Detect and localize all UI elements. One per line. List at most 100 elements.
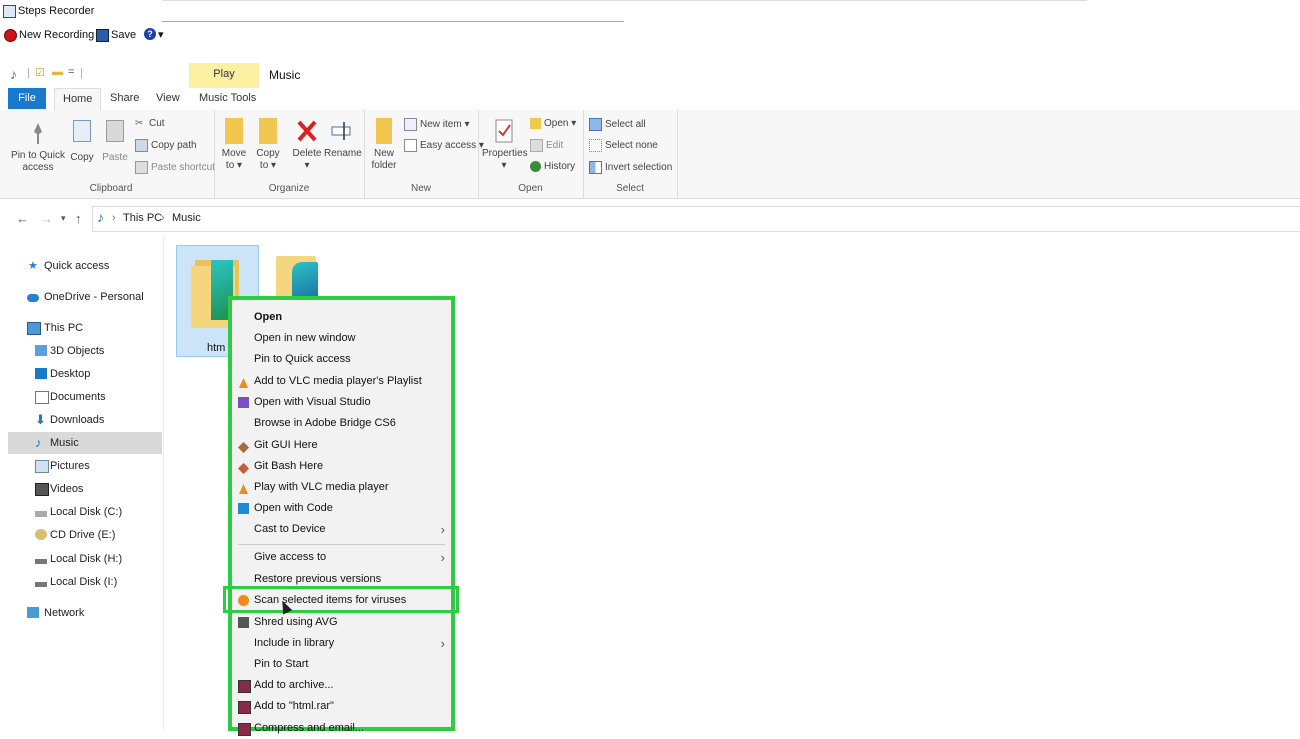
- cut-button[interactable]: ✂ Cut: [135, 118, 165, 129]
- menu-item-label: Add to "html.rar": [254, 700, 334, 712]
- tab-file[interactable]: File: [8, 88, 46, 109]
- sidebar-item-videos[interactable]: Videos: [8, 478, 162, 500]
- menu-item-play-vlc[interactable]: Play with VLC media player: [232, 477, 451, 498]
- organize-group: Move to ▾ Copy to ▾ Delete ▾ Rename Orga…: [214, 110, 365, 198]
- menu-item-label: Open with Code: [254, 502, 333, 514]
- new-folder-qa-icon[interactable]: ▬: [52, 66, 63, 78]
- history-button[interactable]: History: [530, 161, 575, 172]
- menu-item-git-gui[interactable]: Git GUI Here: [232, 435, 451, 456]
- new-item-button[interactable]: New item ▾: [404, 118, 469, 131]
- paste-shortcut-button[interactable]: Paste shortcut: [135, 161, 215, 174]
- git-icon: [238, 461, 249, 474]
- menu-item-open[interactable]: Open: [232, 307, 451, 328]
- menu-item-shred-avg[interactable]: Shred using AVG: [232, 612, 451, 633]
- menu-item-give-access[interactable]: Give access to ›: [232, 547, 451, 568]
- select-none-button[interactable]: Select none: [589, 139, 658, 152]
- edit-button[interactable]: Edit: [530, 139, 563, 152]
- move-to-button[interactable]: Move to ▾: [220, 118, 248, 172]
- sidebar-item-documents[interactable]: Documents: [8, 386, 162, 408]
- save-icon[interactable]: [96, 29, 109, 42]
- save-button[interactable]: Save: [111, 29, 136, 41]
- shredder-icon: [238, 617, 249, 628]
- sidebar-item-label: 3D Objects: [50, 345, 105, 357]
- breadcrumb-music[interactable]: Music: [172, 212, 201, 224]
- rename-button[interactable]: Rename: [324, 118, 362, 160]
- address-bar[interactable]: ♪ › This PC › Music: [92, 206, 1300, 232]
- back-arrow-icon[interactable]: ←: [16, 211, 29, 226]
- customize-qa-icon[interactable]: =: [68, 66, 74, 78]
- properties-button[interactable]: Properties ▾: [482, 118, 528, 172]
- breadcrumb-separator: ›: [112, 212, 116, 224]
- sidebar-item-this-pc[interactable]: This PC: [8, 317, 162, 339]
- sidebar-item-downloads[interactable]: ⬇ Downloads: [8, 409, 162, 431]
- select-all-button[interactable]: Select all: [589, 118, 646, 131]
- sidebar-item-local-disk-h[interactable]: Local Disk (H:): [8, 548, 162, 570]
- visual-studio-icon: [238, 397, 249, 408]
- cube-icon: [35, 345, 47, 356]
- menu-item-visual-studio[interactable]: Open with Visual Studio: [232, 392, 451, 413]
- menu-item-git-bash[interactable]: Git Bash Here: [232, 456, 451, 477]
- sidebar-item-quick-access[interactable]: ★ Quick access: [8, 255, 162, 277]
- sidebar-item-label: Videos: [50, 483, 84, 495]
- vscode-icon: [238, 503, 249, 514]
- sidebar-item-pictures[interactable]: Pictures: [8, 455, 162, 477]
- easy-access-button[interactable]: Easy access ▾: [404, 139, 484, 152]
- sidebar-item-music[interactable]: ♪ Music: [8, 432, 162, 454]
- computer-icon: [27, 322, 41, 335]
- new-folder-button[interactable]: New folder: [368, 118, 400, 172]
- sidebar-item-local-disk-c[interactable]: Local Disk (C:): [8, 501, 162, 523]
- sidebar-item-desktop[interactable]: Desktop: [8, 363, 162, 385]
- menu-item-add-archive[interactable]: Add to archive...: [232, 675, 451, 696]
- up-arrow-icon[interactable]: ↑: [75, 211, 82, 226]
- sidebar-item-network[interactable]: Network: [8, 602, 162, 624]
- forward-arrow-icon[interactable]: →: [40, 211, 53, 226]
- open-group-label: Open: [518, 183, 543, 194]
- open-button[interactable]: Open ▾: [530, 118, 576, 129]
- menu-item-cast-to-device[interactable]: Cast to Device ›: [232, 519, 451, 540]
- invert-selection-button[interactable]: Invert selection: [589, 161, 672, 174]
- breadcrumb-this-pc[interactable]: This PC: [123, 212, 162, 224]
- tab-home[interactable]: Home: [54, 88, 102, 110]
- help-dropdown-icon[interactable]: ▾: [158, 28, 164, 41]
- menu-item-pin-quick-access[interactable]: Pin to Quick access: [232, 349, 451, 370]
- menu-item-adobe-bridge[interactable]: Browse in Adobe Bridge CS6: [232, 413, 451, 434]
- menu-item-compress-email[interactable]: Compress and email...: [232, 718, 451, 739]
- sidebar-item-cd-drive-e[interactable]: CD Drive (E:): [8, 524, 162, 546]
- menu-item-open-with-code[interactable]: Open with Code: [232, 498, 451, 519]
- select-none-icon: [589, 139, 602, 152]
- sidebar-item-3d-objects[interactable]: 3D Objects: [8, 340, 162, 362]
- new-recording-button[interactable]: New Recording: [19, 29, 94, 41]
- qa-separator: |: [27, 67, 30, 79]
- menu-item-include-library[interactable]: Include in library ›: [232, 633, 451, 654]
- folder-item[interactable]: [274, 252, 334, 302]
- menu-item-vlc-playlist[interactable]: Add to VLC media player's Playlist: [232, 371, 451, 392]
- sidebar-item-local-disk-i[interactable]: Local Disk (I:): [8, 571, 162, 593]
- tab-music-tools[interactable]: Music Tools: [191, 88, 264, 109]
- tab-view[interactable]: View: [148, 88, 188, 109]
- tab-share[interactable]: Share: [102, 88, 147, 109]
- edit-label: Edit: [546, 140, 564, 152]
- copy-button[interactable]: Copy: [68, 120, 96, 164]
- play-context-tab[interactable]: Play: [189, 63, 259, 88]
- pin-quick-access-button[interactable]: Pin to Quick access: [10, 120, 66, 174]
- delete-button[interactable]: Delete ▾: [290, 118, 324, 172]
- menu-item-open-new-window[interactable]: Open in new window: [232, 328, 451, 349]
- properties-qa-icon[interactable]: ☑: [35, 66, 45, 79]
- star-icon: ★: [28, 260, 38, 272]
- menu-item-pin-to-start[interactable]: Pin to Start: [232, 654, 451, 675]
- record-icon[interactable]: [4, 29, 17, 42]
- paste-button[interactable]: Paste: [100, 120, 130, 164]
- menu-item-label: Git GUI Here: [254, 439, 318, 451]
- copy-to-button[interactable]: Copy to ▾: [254, 118, 282, 172]
- select-group: Select all Select none Invert selection …: [583, 110, 678, 198]
- copy-icon: [73, 120, 91, 142]
- recent-locations-icon[interactable]: ▾: [61, 213, 66, 224]
- menu-item-label: Shred using AVG: [254, 616, 338, 628]
- copy-path-button[interactable]: Copy path: [135, 139, 197, 152]
- music-folder-icon: ♪: [97, 209, 104, 225]
- paste-label: Paste: [102, 152, 128, 163]
- help-icon[interactable]: ?: [144, 28, 156, 40]
- download-arrow-icon: ⬇: [35, 412, 46, 427]
- sidebar-item-onedrive[interactable]: OneDrive - Personal: [8, 286, 162, 308]
- menu-item-add-html-rar[interactable]: Add to "html.rar": [232, 696, 451, 717]
